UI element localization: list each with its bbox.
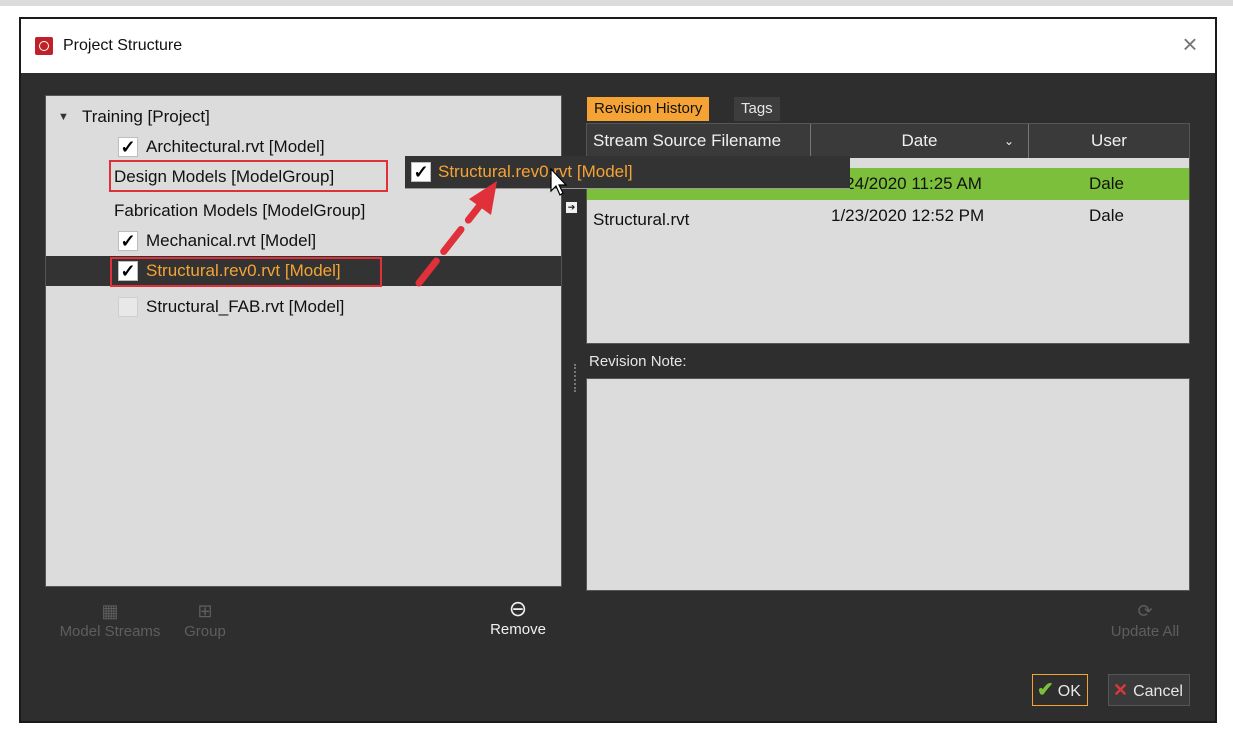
project-structure-dialog: Project Structure × ▼ Training [Project]… bbox=[19, 17, 1217, 723]
dashed-arrow-line bbox=[415, 200, 485, 287]
drag-arrow-annotation bbox=[415, 181, 497, 287]
background-strip bbox=[0, 0, 1233, 6]
mouse-cursor-icon bbox=[550, 167, 568, 196]
